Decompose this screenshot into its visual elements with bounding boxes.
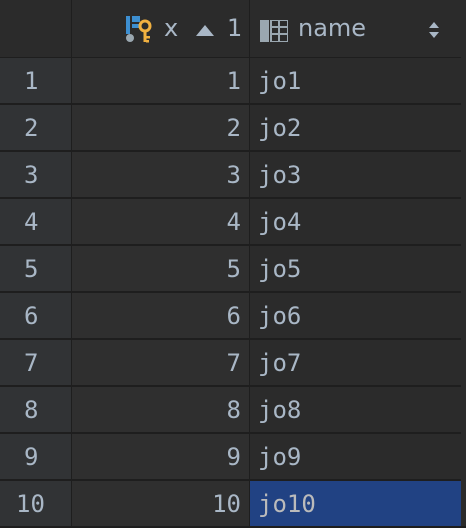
cell-name[interactable]: jo3: [250, 152, 461, 197]
cell-x[interactable]: 8: [72, 387, 250, 432]
table-row: 5 5 jo5: [0, 246, 466, 293]
cell-name[interactable]: jo2: [250, 105, 461, 150]
table-row: 2 2 jo2: [0, 105, 466, 152]
cell-x[interactable]: 7: [72, 340, 250, 385]
table-row: 1 1 jo1: [0, 58, 466, 105]
column-header-name[interactable]: name: [250, 0, 461, 57]
data-grid: x 1 name 1 1 jo1 2 2 jo2 3 3 jo3 4 4 jo4…: [0, 0, 466, 528]
cell-x[interactable]: 2: [72, 105, 250, 150]
cell-name[interactable]: jo4: [250, 199, 461, 244]
column-header-x-label: x: [164, 14, 179, 42]
primary-key-icon: [124, 16, 154, 44]
sort-toggle-icon[interactable]: [428, 22, 440, 42]
table-column-icon: [260, 19, 289, 46]
sort-rank: 1: [227, 14, 243, 42]
cell-name[interactable]: jo7: [250, 340, 461, 385]
cell-x[interactable]: 1: [72, 58, 250, 103]
row-number[interactable]: 10: [0, 481, 72, 526]
row-number[interactable]: 8: [0, 387, 72, 432]
row-number[interactable]: 7: [0, 340, 72, 385]
grid-right-edge: [461, 0, 466, 520]
row-number[interactable]: 5: [0, 246, 72, 291]
row-number[interactable]: 2: [0, 105, 72, 150]
table-row: 7 7 jo7: [0, 340, 466, 387]
cell-x[interactable]: 4: [72, 199, 250, 244]
column-header-name-label: name: [298, 14, 367, 42]
column-header-x[interactable]: x 1: [72, 0, 250, 57]
row-number[interactable]: 3: [0, 152, 72, 197]
cell-name[interactable]: jo1: [250, 58, 461, 103]
header-corner[interactable]: [0, 0, 72, 57]
sort-ascending-icon[interactable]: [196, 22, 214, 41]
table-row: 6 6 jo6: [0, 293, 466, 340]
row-number[interactable]: 4: [0, 199, 72, 244]
table-row: 9 9 jo9: [0, 434, 466, 481]
cell-name[interactable]: jo6: [250, 293, 461, 338]
cell-x[interactable]: 6: [72, 293, 250, 338]
cell-x[interactable]: 5: [72, 246, 250, 291]
cell-x[interactable]: 9: [72, 434, 250, 479]
table-row: 10 10 jo10: [0, 481, 466, 528]
cell-name[interactable]: jo8: [250, 387, 461, 432]
cell-name[interactable]: jo9: [250, 434, 461, 479]
table-row: 3 3 jo3: [0, 152, 466, 199]
cell-name[interactable]: jo5: [250, 246, 461, 291]
row-number[interactable]: 6: [0, 293, 72, 338]
cell-x[interactable]: 3: [72, 152, 250, 197]
cell-name-selected[interactable]: jo10: [250, 481, 461, 526]
grid-rows: 1 1 jo1 2 2 jo2 3 3 jo3 4 4 jo4 5 5 jo5 …: [0, 58, 466, 528]
cell-x[interactable]: 10: [72, 481, 250, 526]
table-row: 4 4 jo4: [0, 199, 466, 246]
row-number[interactable]: 9: [0, 434, 72, 479]
table-row: 8 8 jo8: [0, 387, 466, 434]
row-number[interactable]: 1: [0, 58, 72, 103]
grid-header: x 1 name: [0, 0, 466, 58]
